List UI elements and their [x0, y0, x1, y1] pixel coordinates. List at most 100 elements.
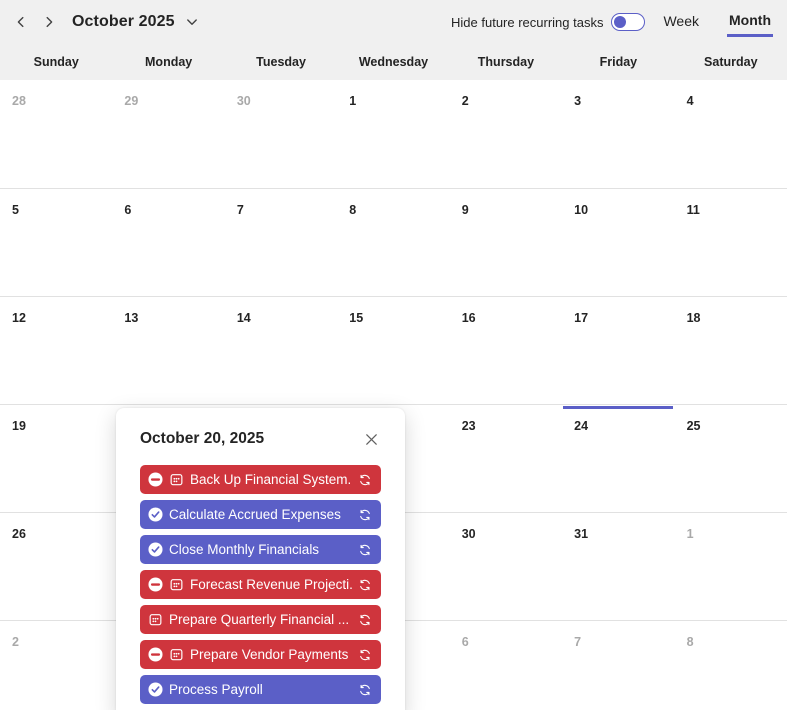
task-chip[interactable]: Back Up Financial System... [140, 465, 381, 494]
day-cell[interactable]: 6 [112, 189, 224, 296]
day-cell[interactable]: 4 [675, 80, 787, 188]
weekday-header-row: Sunday Monday Tuesday Wednesday Thursday… [0, 44, 787, 80]
hide-recurring-toggle[interactable] [611, 13, 646, 31]
date-number: 14 [236, 311, 251, 325]
date-number: 10 [574, 203, 589, 217]
tab-month[interactable]: Month [727, 8, 773, 37]
week-row: 12 13 14 15 16 17 18 [0, 296, 787, 404]
date-number: 19 [12, 419, 26, 433]
day-cell[interactable]: 30 [225, 80, 337, 188]
day-cell[interactable]: 8 [675, 621, 787, 710]
task-label: Back Up Financial System... [190, 472, 352, 487]
date-number: 18 [686, 311, 701, 325]
date-number: 12 [12, 311, 26, 325]
day-cell[interactable]: 15 [337, 297, 449, 404]
month-picker-button[interactable]: October 2025 [72, 13, 199, 31]
day-cell[interactable]: 1 [675, 513, 787, 620]
weekday-label-thursday: Thursday [477, 55, 535, 69]
day-cell[interactable]: 19 [0, 405, 112, 512]
day-cell[interactable]: 28 [0, 80, 112, 188]
date-number: 31 [574, 527, 589, 541]
day-cell[interactable]: 2 [0, 621, 112, 710]
task-chip[interactable]: Calculate Accrued Expenses [140, 500, 381, 529]
date-number: 23 [461, 419, 476, 433]
day-cell[interactable]: 5 [0, 189, 112, 296]
chevron-left-icon [14, 15, 28, 29]
day-cell[interactable]: 13 [112, 297, 224, 404]
task-chip[interactable]: Process Payroll [140, 675, 381, 704]
task-label: Close Monthly Financials [169, 542, 320, 557]
task-chip[interactable]: Prepare Quarterly Financial ... [140, 605, 381, 634]
month-title: October 2025 [72, 13, 175, 30]
calendar-app: October 2025 Hide future recurring tasks… [0, 0, 787, 710]
weekday-label-monday: Monday [145, 55, 193, 69]
day-cell[interactable]: 7 [225, 189, 337, 296]
date-number: 1 [686, 527, 694, 541]
date-number: 16 [461, 311, 476, 325]
day-cell[interactable]: 24 [562, 405, 674, 512]
day-cell[interactable]: 31 [562, 513, 674, 620]
calendar-icon [169, 647, 184, 662]
date-number: 7 [574, 635, 582, 649]
completed-icon [148, 542, 163, 557]
calendar-icon [169, 577, 184, 592]
week-row: 5 6 7 8 9 10 11 [0, 188, 787, 296]
recurring-icon [358, 508, 372, 522]
next-month-button[interactable] [36, 9, 62, 35]
date-number: 13 [124, 311, 139, 325]
close-button[interactable] [361, 429, 381, 449]
hide-recurring-label: Hide future recurring tasks [451, 14, 604, 30]
day-cell[interactable]: 12 [0, 297, 112, 404]
day-cell[interactable]: 29 [112, 80, 224, 188]
date-number: 15 [349, 311, 364, 325]
day-cell[interactable]: 14 [225, 297, 337, 404]
day-cell[interactable]: 6 [450, 621, 562, 710]
overdue-icon [148, 472, 163, 487]
date-number: 11 [686, 203, 700, 217]
date-number: 7 [236, 203, 244, 217]
recurring-icon [358, 613, 372, 627]
date-number: 3 [574, 94, 582, 108]
date-number: 6 [124, 203, 132, 217]
recurring-icon [358, 543, 372, 557]
day-cell[interactable]: 17 [562, 297, 674, 404]
day-cell[interactable]: 18 [675, 297, 787, 404]
day-cell[interactable]: 1 [337, 80, 449, 188]
task-label: Forecast Revenue Projecti... [190, 577, 352, 592]
date-number: 4 [686, 94, 694, 108]
task-label: Prepare Quarterly Financial ... [169, 612, 350, 627]
day-cell[interactable]: 26 [0, 513, 112, 620]
task-label: Calculate Accrued Expenses [169, 507, 341, 522]
recurring-icon [358, 648, 372, 662]
date-number: 8 [686, 635, 694, 649]
task-chip[interactable]: Close Monthly Financials [140, 535, 381, 564]
calendar-icon [169, 472, 184, 487]
day-cell[interactable]: 30 [450, 513, 562, 620]
day-cell[interactable]: 23 [450, 405, 562, 512]
toggle-knob [614, 15, 627, 28]
date-number: 8 [349, 203, 357, 217]
toolbar: October 2025 Hide future recurring tasks… [0, 0, 787, 44]
day-cell[interactable]: 9 [450, 189, 562, 296]
previous-month-button[interactable] [8, 9, 34, 35]
overdue-icon [148, 577, 163, 592]
chevron-down-icon [185, 15, 199, 29]
tab-week[interactable]: Week [661, 9, 701, 35]
task-chip[interactable]: Prepare Vendor Payments [140, 640, 381, 669]
date-number: 28 [12, 94, 26, 108]
day-cell[interactable]: 25 [675, 405, 787, 512]
task-list: Back Up Financial System... Calculate Acc… [140, 465, 381, 704]
day-cell[interactable]: 16 [450, 297, 562, 404]
day-cell[interactable]: 10 [562, 189, 674, 296]
day-cell[interactable]: 3 [562, 80, 674, 188]
date-number: 6 [461, 635, 469, 649]
task-label: Prepare Vendor Payments [190, 647, 349, 662]
task-chip[interactable]: Forecast Revenue Projecti... [140, 570, 381, 599]
overdue-icon [148, 647, 163, 662]
day-cell[interactable]: 2 [450, 80, 562, 188]
day-cell[interactable]: 7 [562, 621, 674, 710]
weekday-label-saturday: Saturday [704, 55, 758, 69]
day-cell[interactable]: 11 [675, 189, 787, 296]
day-cell[interactable]: 8 [337, 189, 449, 296]
date-number: 2 [12, 635, 19, 649]
